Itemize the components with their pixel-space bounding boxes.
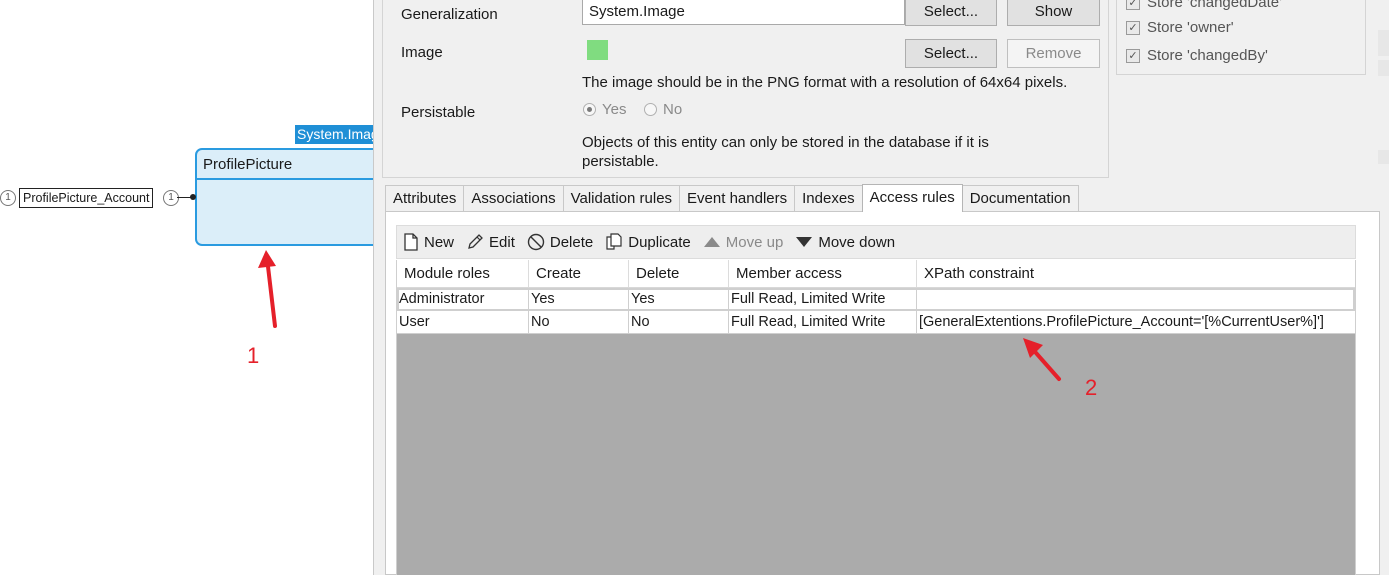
checkmark-icon: ✓ bbox=[1126, 0, 1140, 10]
cell-create: Yes bbox=[529, 288, 629, 311]
cell-member-access: Full Read, Limited Write bbox=[729, 311, 917, 334]
triangle-down-icon bbox=[796, 237, 813, 247]
store-changed-date-label: Store 'changedDate' bbox=[1147, 0, 1282, 11]
annotation-number-1: 1 bbox=[247, 343, 260, 368]
image-remove-button[interactable]: Remove bbox=[1007, 39, 1100, 68]
tab-associations[interactable]: Associations bbox=[463, 185, 564, 211]
persistable-label: Persistable bbox=[401, 104, 476, 121]
cell-delete: Yes bbox=[629, 288, 729, 311]
generalization-show-button[interactable]: Show bbox=[1007, 0, 1100, 26]
multiplicity-right: 1 bbox=[163, 190, 179, 206]
new-label: New bbox=[424, 233, 455, 251]
image-select-button[interactable]: Select... bbox=[905, 39, 997, 68]
copy-icon bbox=[606, 233, 622, 250]
pencil-icon bbox=[468, 234, 483, 249]
cell-member-access: Full Read, Limited Write bbox=[729, 288, 917, 311]
column-header-delete[interactable]: Delete bbox=[629, 260, 729, 287]
duplicate-label: Duplicate bbox=[628, 233, 691, 251]
image-preview bbox=[587, 40, 608, 60]
checkmark-icon: ✓ bbox=[1126, 48, 1140, 63]
grid-header: Module roles Create Delete Member access… bbox=[397, 260, 1355, 288]
persistable-yes-label: Yes bbox=[602, 101, 627, 118]
delete-button[interactable]: Delete bbox=[521, 233, 599, 251]
store-owner-label: Store 'owner' bbox=[1147, 19, 1234, 36]
generalization-tag: System.Image bbox=[295, 125, 375, 144]
tab-event-handlers[interactable]: Event handlers bbox=[679, 185, 796, 211]
cell-delete: No bbox=[629, 311, 729, 334]
checkmark-icon: ✓ bbox=[1126, 20, 1140, 35]
cell-xpath-constraint bbox=[917, 288, 1355, 311]
image-label: Image bbox=[401, 44, 443, 61]
prohibited-icon bbox=[527, 233, 545, 251]
column-header-module-roles[interactable]: Module roles bbox=[397, 260, 529, 287]
table-row[interactable]: Administrator Yes Yes Full Read, Limited… bbox=[397, 288, 1355, 311]
side-strip bbox=[1378, 150, 1389, 164]
radio-unselected-icon bbox=[644, 103, 657, 116]
multiplicity-left: 1 bbox=[0, 190, 16, 206]
tab-access-rules[interactable]: Access rules bbox=[861, 184, 963, 212]
new-document-icon bbox=[404, 233, 418, 251]
column-header-xpath-constraint[interactable]: XPath constraint bbox=[917, 260, 1355, 287]
entity-profile-picture[interactable]: ProfilePicture bbox=[195, 148, 395, 246]
table-row[interactable]: User No No Full Read, Limited Write [Gen… bbox=[397, 311, 1355, 334]
tab-documentation[interactable]: Documentation bbox=[961, 185, 1079, 211]
image-hint: The image should be in the PNG format wi… bbox=[582, 74, 1068, 91]
move-down-label: Move down bbox=[818, 233, 896, 251]
move-down-button[interactable]: Move down bbox=[789, 234, 901, 251]
edit-label: Edit bbox=[489, 233, 515, 251]
triangle-up-icon bbox=[703, 237, 720, 247]
cell-xpath-constraint: [GeneralExtentions.ProfilePicture_Accoun… bbox=[917, 311, 1355, 334]
tab-bar: Attributes Associations Validation rules… bbox=[385, 184, 1079, 212]
persistable-yes-radio[interactable]: Yes bbox=[583, 101, 626, 118]
domain-model-canvas[interactable]: System.Image ProfilePicture 1 ProfilePic… bbox=[0, 0, 395, 575]
annotation-number-2: 2 bbox=[1085, 375, 1098, 400]
store-changed-by-checkbox[interactable]: ✓ Store 'changedBy' bbox=[1126, 47, 1268, 64]
column-header-member-access[interactable]: Member access bbox=[729, 260, 917, 287]
cell-create: No bbox=[529, 311, 629, 334]
persistable-hint-line1: Objects of this entity can only be store… bbox=[582, 134, 989, 151]
entity-properties-dialog: Generalization System.Image Select... Sh… bbox=[373, 0, 1389, 575]
generalization-label: Generalization bbox=[401, 6, 498, 23]
store-changed-date-checkbox[interactable]: ✓ Store 'changedDate' bbox=[1126, 0, 1282, 11]
delete-label: Delete bbox=[549, 233, 594, 251]
edit-button[interactable]: Edit bbox=[460, 233, 521, 251]
new-button[interactable]: New bbox=[397, 233, 460, 251]
radio-selected-icon bbox=[583, 103, 596, 116]
entity-name: ProfilePicture bbox=[197, 150, 393, 180]
annotation-arrow-1 bbox=[258, 250, 277, 328]
tab-attributes[interactable]: Attributes bbox=[385, 185, 465, 211]
annotation-arrow-2 bbox=[1023, 338, 1061, 381]
move-up-label: Move up bbox=[725, 233, 784, 251]
cell-module-role: User bbox=[397, 311, 529, 334]
tab-indexes[interactable]: Indexes bbox=[794, 185, 863, 211]
access-rules-grid[interactable]: Module roles Create Delete Member access… bbox=[396, 260, 1356, 575]
persistable-no-radio[interactable]: No bbox=[644, 101, 682, 118]
association-end-dot bbox=[190, 194, 196, 200]
side-strip bbox=[1378, 30, 1389, 56]
side-strip bbox=[1378, 60, 1389, 76]
generalization-select-button[interactable]: Select... bbox=[905, 0, 997, 26]
persistable-no-label: No bbox=[663, 101, 683, 118]
access-rules-toolbar: New Edit Delete Duplicate Move up Move d… bbox=[396, 225, 1356, 259]
move-up-button[interactable]: Move up bbox=[697, 234, 790, 251]
tab-validation-rules[interactable]: Validation rules bbox=[562, 185, 681, 211]
duplicate-button[interactable]: Duplicate bbox=[599, 233, 697, 251]
store-changed-by-label: Store 'changedBy' bbox=[1147, 47, 1268, 64]
column-header-create[interactable]: Create bbox=[529, 260, 629, 287]
generalization-field[interactable]: System.Image bbox=[582, 0, 905, 25]
store-owner-checkbox[interactable]: ✓ Store 'owner' bbox=[1126, 19, 1234, 36]
cell-module-role: Administrator bbox=[397, 288, 529, 311]
persistable-hint-line2: persistable. bbox=[582, 153, 659, 170]
general-group: Generalization System.Image Select... Sh… bbox=[382, 0, 1109, 178]
association-label[interactable]: ProfilePicture_Account bbox=[19, 188, 154, 208]
